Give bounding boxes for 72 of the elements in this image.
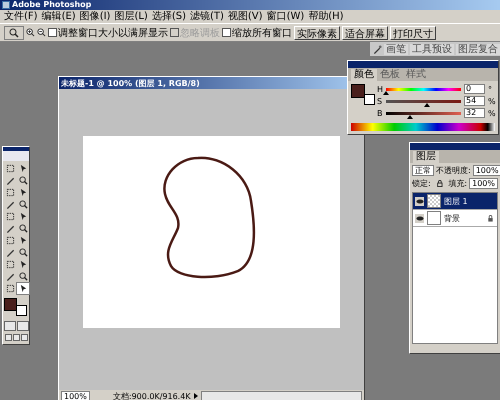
- value-field[interactable]: 54: [464, 96, 485, 106]
- horizontal-scrollbar[interactable]: [200, 391, 362, 400]
- slider-thumb[interactable]: [383, 90, 389, 94]
- zoom-field[interactable]: 100%: [61, 390, 90, 400]
- palette-tab[interactable]: 图层: [413, 151, 439, 163]
- background-color-swatch[interactable]: [364, 94, 375, 105]
- background-color-swatch[interactable]: [16, 305, 27, 316]
- slider-label: B: [377, 108, 383, 118]
- menu-item[interactable]: 选择(S): [152, 10, 186, 22]
- layer-thumbnail: [427, 211, 441, 225]
- marquee-icon: [6, 164, 14, 173]
- option-button[interactable]: 适合屏幕: [342, 26, 388, 40]
- zoom-out-icon[interactable]: [37, 28, 46, 37]
- unit-label: %: [488, 108, 495, 118]
- opacity-field[interactable]: 100%: [472, 165, 500, 176]
- document-size-status: 文档:900.0K/916.4K: [112, 390, 191, 400]
- slider-label: H: [377, 84, 383, 94]
- palette-tab[interactable]: 画笔: [384, 44, 408, 54]
- foreground-color-swatch[interactable]: [351, 84, 365, 98]
- blend-mode-dropdown[interactable]: 正常: [412, 165, 434, 176]
- palette-tab[interactable]: 工具预设: [410, 44, 454, 54]
- visibility-toggle[interactable]: [415, 214, 424, 222]
- menu-item[interactable]: 帮助(H): [308, 10, 344, 22]
- slider-thumb[interactable]: [407, 114, 413, 118]
- palette-tab[interactable]: 样式: [403, 69, 429, 81]
- magnifier-icon: [9, 28, 19, 38]
- checkbox[interactable]: [222, 28, 231, 37]
- option-button[interactable]: 实际像素: [294, 26, 340, 40]
- value-field[interactable]: 0: [464, 84, 485, 94]
- option-button[interactable]: 打印尺寸: [390, 26, 436, 40]
- fill-label: 填充:: [448, 178, 468, 189]
- visibility-toggle[interactable]: [415, 196, 424, 206]
- menu-item[interactable]: 滤镜(T): [190, 10, 224, 22]
- menu-item[interactable]: 文件(F): [4, 10, 38, 22]
- document-title: 未标题-1 @ 100% (图层 1, RGB/8): [61, 78, 200, 88]
- eye-icon: [416, 198, 424, 204]
- fill-field[interactable]: 100%: [469, 178, 498, 189]
- slider-label: S: [377, 96, 383, 106]
- color-spectrum-bar[interactable]: [351, 123, 495, 131]
- unit-label: °: [488, 84, 493, 94]
- menu-item[interactable]: 窗口(W): [266, 10, 304, 22]
- unit-label: %: [488, 96, 495, 106]
- move-icon: [18, 164, 28, 173]
- menu-item[interactable]: 图像(I): [80, 10, 110, 22]
- layer-name: 图层 1: [444, 196, 469, 206]
- value-field[interactable]: 32: [464, 108, 485, 118]
- slider-thumb[interactable]: [424, 102, 430, 106]
- standard-mode-button[interactable]: [4, 321, 16, 331]
- layer-row[interactable]: 图层 1: [413, 193, 497, 210]
- layer-row[interactable]: 背景: [413, 210, 497, 227]
- menu-item[interactable]: 编辑(E): [42, 10, 76, 22]
- toolbox-header: [3, 147, 29, 161]
- checkbox-label: 调整窗口大小以满屏显示: [58, 26, 168, 40]
- menu-item[interactable]: 图层(L): [114, 10, 148, 22]
- checkbox-label: 缩放所有窗口: [232, 26, 292, 40]
- menu-item[interactable]: 视图(V): [228, 10, 263, 22]
- marquee-tool[interactable]: [4, 163, 16, 174]
- opacity-label: 不透明度:: [436, 165, 471, 176]
- quick-mask-button[interactable]: [16, 321, 28, 331]
- lock-label: 锁定:: [412, 178, 431, 189]
- tool-preset-picker[interactable]: [4, 26, 24, 40]
- checkbox-label: 忽略调板: [180, 26, 220, 40]
- app-icon: [2, 1, 10, 9]
- zoom-in-icon[interactable]: [26, 28, 35, 37]
- eye-icon: [416, 216, 424, 220]
- palette-tab[interactable]: 色板: [377, 69, 403, 81]
- palette-tab[interactable]: 颜色: [351, 69, 377, 81]
- foreground-color-swatch[interactable]: [4, 298, 17, 311]
- checkbox[interactable]: [48, 28, 57, 37]
- window-title: Adobe Photoshop: [12, 0, 92, 10]
- layer-name: 背景: [444, 212, 461, 224]
- palette-tab[interactable]: 图层复合: [456, 44, 500, 54]
